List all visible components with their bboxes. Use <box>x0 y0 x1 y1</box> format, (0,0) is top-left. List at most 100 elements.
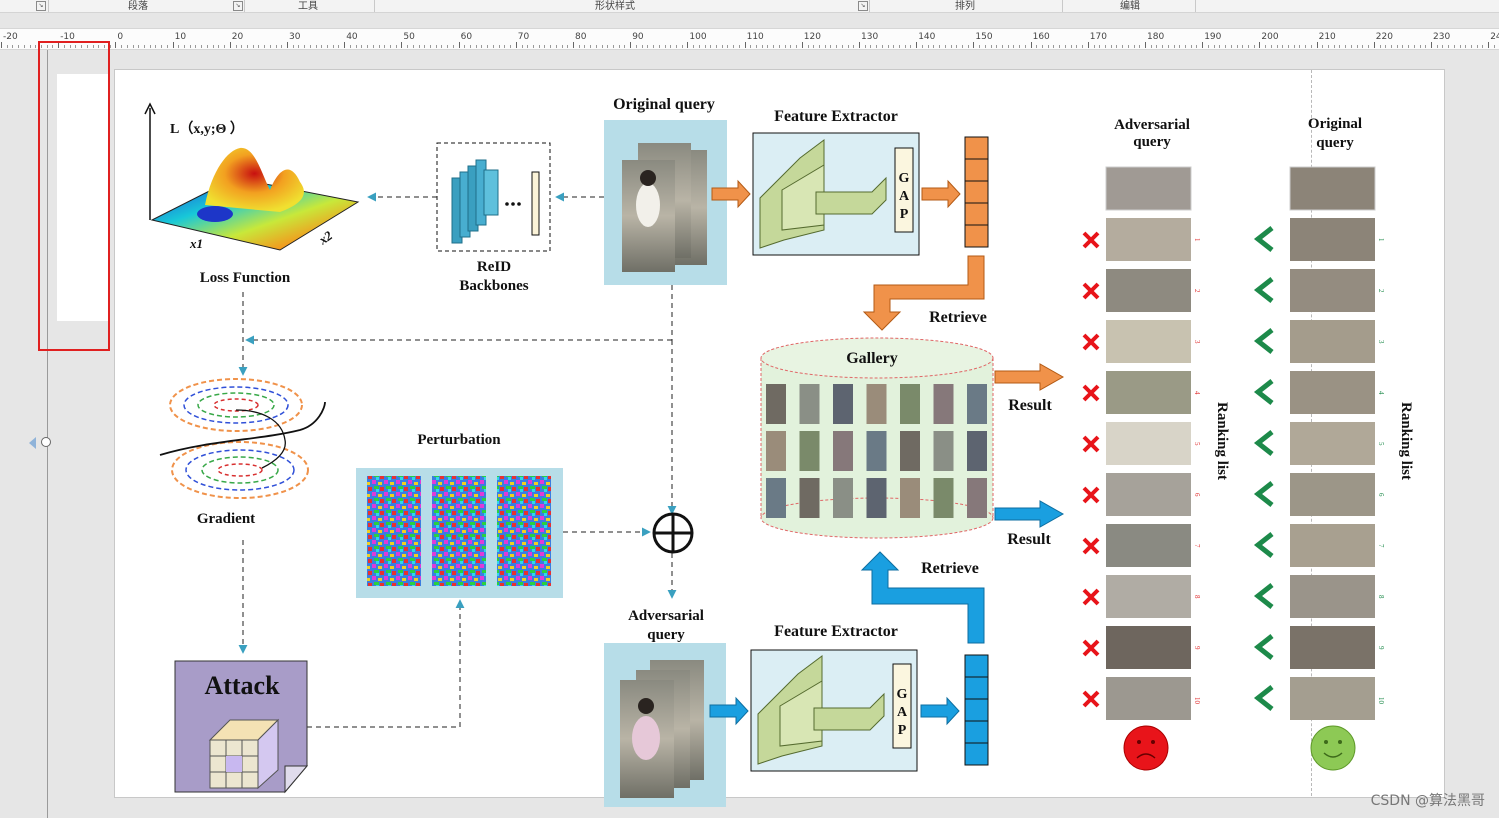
attack-cube-icon <box>208 718 280 790</box>
correct-match-icon <box>1253 226 1274 252</box>
original-rank-number: 5 <box>1377 442 1385 446</box>
adversarial-rank-number: 9 <box>1193 646 1201 650</box>
adversarial-query-title-line2: query <box>647 627 685 643</box>
adversarial-attack-diagram: L（x,y;Θ ） x1 x2 Loss Function ReID Backb… <box>144 96 1414 807</box>
adversarial-result-thumbnail <box>1106 422 1191 465</box>
sum-operator-icon <box>652 512 694 554</box>
gallery-thumbnail <box>900 478 920 518</box>
orange-result-arrow <box>994 363 1065 391</box>
original-query-title: Original query <box>613 96 715 113</box>
gallery-thumbnail <box>900 384 920 424</box>
wrong-match-icon <box>1082 435 1100 453</box>
original-rank-number: 4 <box>1377 391 1385 395</box>
adversarial-rank-number: 8 <box>1193 595 1201 599</box>
perturbation-images <box>356 468 563 598</box>
wrong-match-icon <box>1082 588 1100 606</box>
adversarial-rank-number: 5 <box>1193 442 1201 446</box>
gallery-thumbnail <box>833 478 853 518</box>
gallery-thumbnail <box>967 431 987 471</box>
reid-title-line1: ReID <box>477 259 511 275</box>
wrong-match-icon <box>1082 690 1100 708</box>
adversarial-query-title-line1: Adversarial <box>628 608 704 624</box>
original-rank-number: 7 <box>1377 544 1385 548</box>
adversarial-result-thumbnail <box>1106 371 1191 414</box>
happy-face-icon <box>1310 725 1356 771</box>
correct-match-icon <box>1253 532 1274 558</box>
retrieve-bottom-label: Retrieve <box>921 560 979 577</box>
adversarial-rank-number: 7 <box>1193 544 1201 548</box>
gallery-thumbnail <box>799 384 820 424</box>
feature-extractor-bottom-title: Feature Extractor <box>774 623 898 640</box>
wrong-match-icon <box>1082 639 1100 657</box>
original-rank-number: 10 <box>1377 697 1385 705</box>
gallery-thumbnail <box>900 431 920 471</box>
original-rank-number: 1 <box>1377 238 1385 242</box>
adversarial-result-thumbnail <box>1106 218 1191 261</box>
ranking-list-left-label: Ranking list <box>1214 402 1230 480</box>
gradient-title: Gradient <box>197 511 255 527</box>
original-result-thumbnail <box>1290 677 1375 720</box>
adversarial-query-images <box>604 643 726 807</box>
adversarial-column-title-line1: Adversarial <box>1114 117 1190 133</box>
orange-feature-vector <box>964 136 989 248</box>
original-result-thumbnail <box>1290 371 1375 414</box>
ranking-list-right-label: Ranking list <box>1398 402 1414 480</box>
adversarial-query-thumbnail <box>1105 166 1192 211</box>
wrong-match-icon <box>1082 231 1100 249</box>
gallery-thumbnail <box>766 431 786 471</box>
feature-extractor-bottom: G A P <box>750 649 918 772</box>
reid-backbone-block <box>436 142 551 252</box>
adversarial-result-thumbnail <box>1106 524 1191 567</box>
correct-match-icon <box>1253 328 1274 354</box>
loss-axis-label: L（x,y;Θ ） <box>170 121 244 137</box>
gallery-thumbnail <box>766 478 786 518</box>
original-rank-number: 2 <box>1377 289 1385 293</box>
gap-top-a: A <box>899 189 910 204</box>
feature-extractor-top: G A P <box>752 132 920 256</box>
correct-match-icon <box>1253 685 1274 711</box>
retrieve-top-label: Retrieve <box>929 309 987 326</box>
blue-arrow-to-feature <box>920 696 960 726</box>
gap-top-p: P <box>900 207 909 222</box>
adversarial-rank-number: 2 <box>1193 289 1201 293</box>
orange-arrow-to-feature <box>921 179 961 209</box>
gallery-thumbnail <box>833 431 853 471</box>
adversarial-rank-number: 1 <box>1193 238 1201 242</box>
original-column-title-line1: Original <box>1308 116 1362 132</box>
wrong-match-icon <box>1082 384 1100 402</box>
gallery-thumbnail <box>866 384 887 424</box>
gap-bottom-g: G <box>897 687 908 702</box>
original-result-thumbnail <box>1290 218 1375 261</box>
ranking-rows: 1 1 2 2 3 3 4 4 5 5 6 6 7 7 8 8 9 9 10 10 <box>1082 218 1385 720</box>
adversarial-result-thumbnail <box>1106 575 1191 618</box>
gallery-thumbnail <box>933 384 954 424</box>
gallery-thumbnail <box>866 478 887 518</box>
gallery-thumbnail <box>967 478 987 518</box>
adversarial-rank-number: 3 <box>1193 340 1201 344</box>
gallery-thumbnail <box>766 384 786 424</box>
adversarial-result-thumbnail <box>1106 269 1191 312</box>
adversarial-rank-number: 6 <box>1193 493 1201 497</box>
gradient-contours <box>159 378 326 499</box>
original-rank-number: 8 <box>1377 595 1385 599</box>
adversarial-result-thumbnail <box>1106 677 1191 720</box>
original-rank-number: 6 <box>1377 493 1385 497</box>
result-bottom-label: Result <box>1007 531 1051 548</box>
adversarial-result-thumbnail <box>1106 626 1191 669</box>
loss-surface-plot: L（x,y;Θ ） x1 x2 <box>144 102 360 251</box>
original-rank-number: 9 <box>1377 646 1385 650</box>
csdn-watermark: CSDN @算法黑哥 <box>1370 793 1485 809</box>
adversarial-column-title-line2: query <box>1133 134 1171 150</box>
wrong-match-icon <box>1082 486 1100 504</box>
adversarial-result-thumbnail <box>1106 320 1191 363</box>
correct-match-icon <box>1253 481 1274 507</box>
perturbation-title: Perturbation <box>417 432 501 448</box>
correct-match-icon <box>1253 634 1274 660</box>
wrong-match-icon <box>1082 333 1100 351</box>
gallery-thumbnail <box>967 384 987 424</box>
sad-face-icon <box>1123 725 1169 771</box>
original-query-images <box>604 120 727 285</box>
result-top-label: Result <box>1008 397 1052 414</box>
attack-title: Attack <box>204 671 280 700</box>
original-result-thumbnail <box>1290 320 1375 363</box>
